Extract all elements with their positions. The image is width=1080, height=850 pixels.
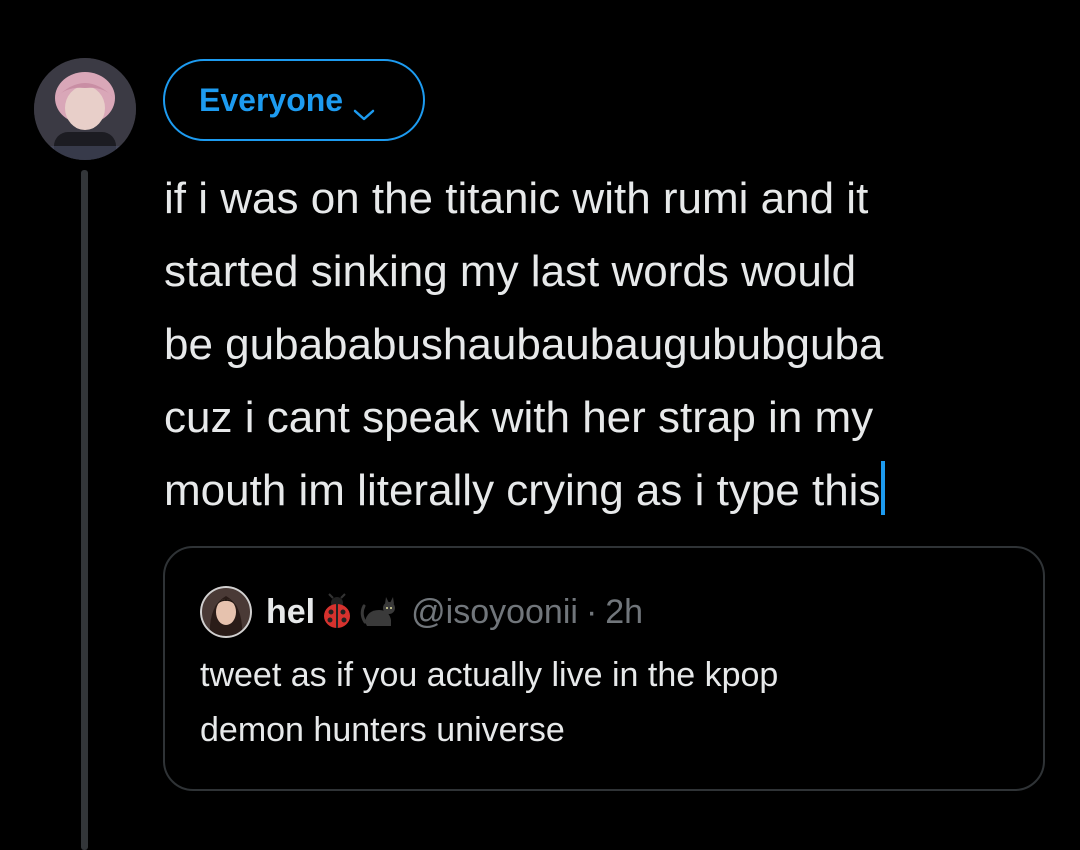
compose-textarea[interactable]: if i was on the titanic with rumi and it… [164, 162, 1064, 527]
cat-emoji-icon [359, 592, 399, 632]
quoted-timestamp[interactable]: 2h [605, 593, 643, 632]
text-cursor [881, 461, 886, 515]
audience-label: Everyone [199, 81, 344, 118]
quoted-user-avatar[interactable] [200, 586, 252, 638]
audience-selector-button[interactable]: Everyone [163, 59, 425, 141]
chevron-down-icon [353, 93, 375, 121]
compose-line: be gubababushaubaubaugububguba [164, 320, 884, 369]
user-avatar[interactable] [34, 58, 136, 160]
quoted-text-line: tweet as if you actually live in the kpo… [200, 656, 779, 694]
ladybug-emoji-icon [317, 592, 357, 632]
compose-line: if i was on the titanic with rumi and it [164, 174, 869, 223]
thread-connector-line [81, 170, 88, 850]
compose-line: mouth im literally crying as i type this [164, 466, 881, 515]
quoted-post-card[interactable]: hel @isoyoonii · 2h tweet as if you actu… [163, 546, 1045, 791]
separator-dot: · [585, 592, 598, 631]
quoted-text-line: demon hunters universe [200, 711, 565, 749]
compose-line: cuz i cant speak with her strap in my [164, 393, 874, 442]
compose-line: started sinking my last words would [164, 247, 857, 296]
quoted-handle[interactable]: @isoyoonii [411, 593, 578, 632]
quoted-display-name[interactable]: hel [266, 593, 315, 632]
quoted-post-header: hel @isoyoonii · 2h [200, 586, 643, 638]
quoted-post-text: tweet as if you actually live in the kpo… [200, 648, 1000, 758]
